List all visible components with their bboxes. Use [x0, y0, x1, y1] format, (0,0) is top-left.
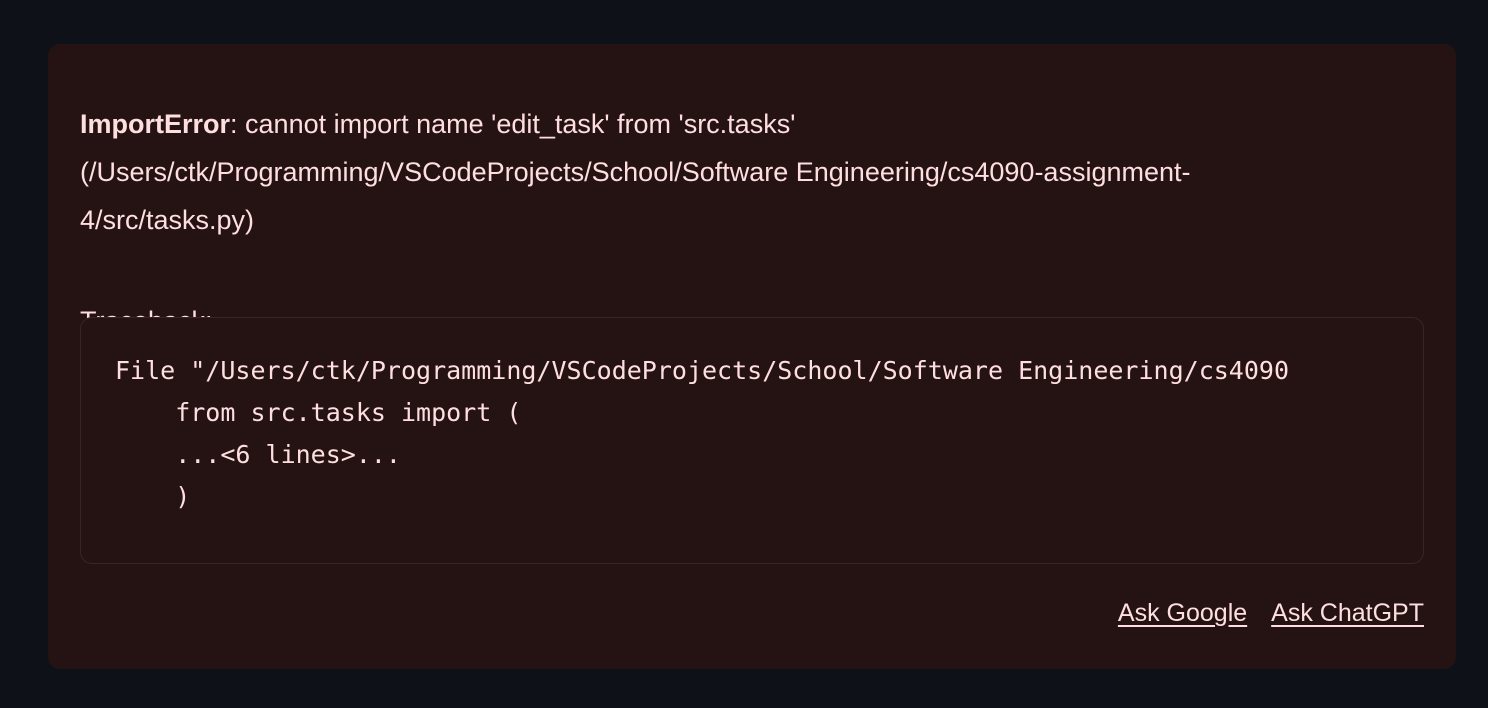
traceback-line: ...<6 lines>... [115, 440, 401, 469]
traceback-line: from src.tasks import ( [115, 398, 522, 427]
ask-google-link[interactable]: Ask Google [1118, 599, 1247, 628]
traceback-line: File "/Users/ctk/Programming/VSCodeProje… [115, 356, 1289, 385]
error-type: ImportError [80, 109, 231, 139]
ask-chatgpt-link[interactable]: Ask ChatGPT [1271, 599, 1424, 628]
error-detail: : cannot import name 'edit_task' from 's… [80, 109, 1191, 235]
traceback-code-block[interactable]: File "/Users/ctk/Programming/VSCodeProje… [80, 317, 1424, 564]
traceback-line: ) [115, 482, 191, 511]
help-links: Ask Google Ask ChatGPT [1118, 599, 1424, 628]
exception-panel: ImportError: cannot import name 'edit_ta… [48, 44, 1456, 669]
error-message: ImportError: cannot import name 'edit_ta… [80, 100, 1360, 244]
